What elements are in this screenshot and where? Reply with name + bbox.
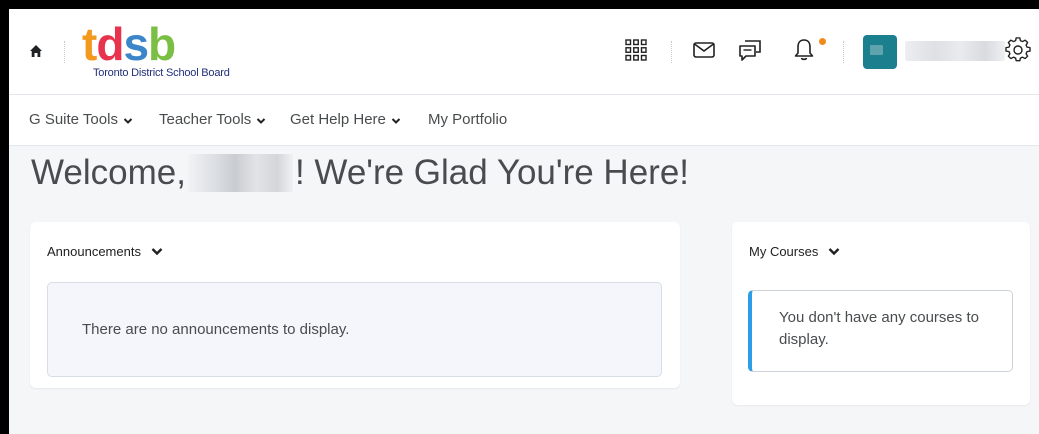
- bell-icon[interactable]: [791, 37, 817, 63]
- home-icon[interactable]: [29, 44, 43, 58]
- top-header: tdsb Toronto District School Board: [9, 9, 1039, 95]
- notification-dot: [819, 38, 826, 45]
- nav-item-teacher-tools[interactable]: Teacher Tools: [159, 111, 266, 128]
- my-courses-header[interactable]: My Courses: [749, 244, 840, 259]
- gear-icon[interactable]: [1005, 37, 1031, 63]
- avatar[interactable]: [863, 35, 897, 69]
- logo-subtitle: Toronto District School Board: [93, 67, 230, 79]
- tdsb-logo[interactable]: tdsb Toronto District School Board: [82, 18, 230, 79]
- logo-wordmark: tdsb: [82, 18, 176, 70]
- chevron-down-icon[interactable]: [151, 247, 163, 256]
- announcements-header[interactable]: Announcements: [47, 244, 163, 259]
- nav-item-my-portfolio[interactable]: My Portfolio: [428, 111, 507, 128]
- announcements-empty-state: There are no announcements to display.: [47, 282, 662, 377]
- empty-message: You don't have any courses to display.: [779, 309, 979, 348]
- divider: [671, 41, 673, 63]
- my-courses-widget: My Courses You don't have any courses to…: [732, 222, 1030, 405]
- divider: [843, 41, 845, 63]
- announcements-widget: Announcements There are no announcements…: [30, 222, 680, 388]
- page: tdsb Toronto District School Board G Sui…: [9, 9, 1039, 434]
- nav-item-get-help-here[interactable]: Get Help Here: [290, 111, 401, 128]
- divider: [64, 41, 66, 63]
- chevron-down-icon: [391, 117, 401, 124]
- chevron-down-icon: [257, 117, 266, 124]
- username-redacted[interactable]: [905, 41, 1005, 61]
- mail-icon[interactable]: [691, 37, 717, 63]
- chat-icon[interactable]: [737, 37, 763, 63]
- chevron-down-icon[interactable]: [828, 247, 840, 256]
- app-grid-icon[interactable]: [623, 37, 649, 63]
- user-name-redacted: [187, 154, 293, 192]
- nav-item-g-suite-tools[interactable]: G Suite Tools: [29, 111, 133, 128]
- chevron-down-icon: [123, 117, 133, 124]
- empty-message: There are no announcements to display.: [82, 321, 350, 338]
- page-title: Welcome, ! We're Glad You're Here!: [31, 153, 690, 192]
- nav-bar: G Suite Tools Teacher Tools Get Help Her…: [9, 95, 1039, 146]
- courses-empty-state: You don't have any courses to display.: [748, 290, 1013, 372]
